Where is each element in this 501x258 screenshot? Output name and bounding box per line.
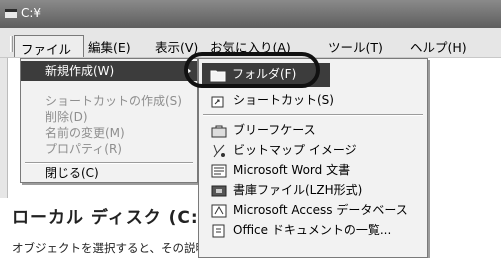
briefcase-icon — [211, 125, 227, 138]
submenu-item-briefcase-label: ブリーフケース — [233, 123, 316, 137]
menu-item-new-label: 新規作成(W) — [45, 64, 115, 78]
menu-item-close[interactable]: 閉じる(C) — [21, 163, 197, 183]
submenu-item-bitmap-label: ビットマップ イメージ — [233, 143, 357, 157]
pane-edge — [0, 58, 8, 198]
submenu-item-word-label: Microsoft Word 文書 — [233, 163, 351, 177]
menu-favorites[interactable]: お気に入り(A) — [210, 37, 291, 56]
menu-item-close-label: 閉じる(C) — [45, 166, 99, 180]
submenu-item-shortcut-label: ショートカット(S) — [233, 93, 334, 107]
menu-edit[interactable]: 編集(E) — [88, 37, 131, 56]
menu-item-delete-label: 削除(D) — [45, 110, 88, 124]
file-menu: 新規作成(W) ショートカットの作成(S) 削除(D) 名前の変更(M) プロパ… — [20, 58, 198, 183]
menu-file[interactable]: ファイル(F) — [14, 35, 84, 73]
menu-item-rename-label: 名前の変更(M) — [45, 126, 125, 140]
menu-tools[interactable]: ツール(T) — [328, 37, 383, 56]
word-document-icon — [211, 164, 227, 178]
submenu-item-shortcut[interactable]: ショートカット(S) — [199, 89, 427, 112]
submenu-item-office-list-label: Office ドキュメントの一覧... — [233, 223, 392, 237]
access-database-icon — [211, 204, 227, 218]
window-title: C:¥ — [21, 6, 42, 20]
menu-view[interactable]: 表示(V) — [155, 37, 198, 56]
window-icon — [5, 9, 17, 18]
folder-icon — [210, 70, 226, 82]
menu-help[interactable]: ヘルプ(H) — [410, 37, 467, 56]
submenu-separator — [203, 114, 423, 116]
office-document-icon — [212, 224, 225, 238]
drive-heading: ローカル ディスク (C:) — [12, 208, 208, 228]
paint-icon — [213, 144, 225, 158]
submenu-item-lzh-label: 書庫ファイル(LZH形式) — [233, 183, 363, 197]
archive-icon — [211, 185, 227, 197]
submenu-item-folder-label: フォルダ(F) — [232, 67, 297, 81]
new-submenu: フォルダ(F) ショートカット(S) ブリーフケース ビットマップ イメージ M… — [198, 58, 428, 258]
menu-item-new[interactable]: 新規作成(W) — [21, 61, 197, 81]
submenu-item-office-list[interactable]: Office ドキュメントの一覧... — [199, 219, 427, 242]
menu-item-properties[interactable]: プロパティ(R) — [21, 139, 197, 159]
menu-item-create-shortcut-label: ショートカットの作成(S) — [45, 94, 182, 108]
menu-item-properties-label: プロパティ(R) — [45, 142, 122, 156]
shortcut-icon — [211, 96, 224, 108]
submenu-item-folder[interactable]: フォルダ(F) — [202, 63, 330, 87]
submenu-item-access-label: Microsoft Access データベース — [233, 203, 408, 217]
toolbar-grip[interactable] — [10, 36, 13, 52]
submenu-arrow-icon — [186, 67, 191, 75]
title-bar: C:¥ — [0, 0, 501, 28]
